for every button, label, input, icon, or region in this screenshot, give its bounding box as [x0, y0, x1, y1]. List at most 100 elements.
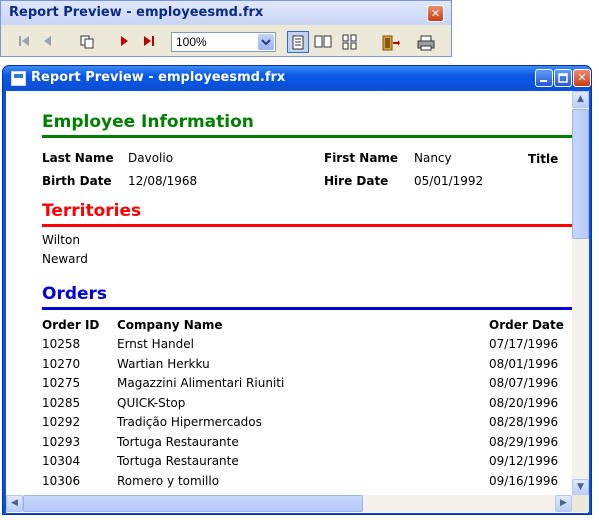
- multiple-pages-button[interactable]: [340, 31, 362, 53]
- order-date-cell: 09/12/1996: [489, 454, 559, 468]
- scroll-up-button[interactable]: ▲: [572, 91, 589, 108]
- order-company-cell: Tortuga Restaurante: [117, 454, 239, 468]
- zoom-select[interactable]: 100%: [171, 32, 276, 52]
- table-row: 10304 Tortuga Restaurante 09/12/1996: [42, 454, 572, 473]
- territories-heading: Territories: [42, 201, 142, 221]
- minimize-icon: [540, 80, 547, 82]
- next-page-button[interactable]: [117, 31, 133, 53]
- toolbar-close-button[interactable]: ✕: [427, 5, 444, 22]
- table-row: 10270 Wartian Herkku 08/01/1996: [42, 357, 572, 376]
- preview-toolbar-window: Report Preview - employeesmd.frx ✕ 100%: [0, 0, 452, 57]
- order-id-cell: 10292: [42, 415, 81, 429]
- one-page-button[interactable]: [287, 31, 309, 53]
- close-preview-button[interactable]: [380, 31, 402, 53]
- two-pages-icon: [314, 35, 332, 48]
- go-to-page-button[interactable]: [79, 31, 99, 53]
- order-id-cell: 10270: [42, 356, 81, 371]
- order-id-cell: 10275: [42, 376, 81, 390]
- territory-item: Neward: [42, 252, 88, 266]
- table-row: 10275 Magazzini Alimentari Riuniti 08/07/1…: [42, 376, 572, 395]
- first-name-label: First Name: [324, 151, 399, 165]
- hire-date-label: Hire Date: [324, 174, 389, 188]
- print-button[interactable]: [416, 31, 438, 53]
- chevron-down-icon: [261, 39, 271, 46]
- order-company-cell: Wartian Herkku: [117, 356, 210, 371]
- vertical-scroll-thumb[interactable]: [572, 109, 589, 239]
- hire-date-value: 05/01/1992: [414, 174, 484, 188]
- order-company-cell: QUICK-Stop: [117, 395, 186, 410]
- zoom-value: 100%: [176, 35, 207, 49]
- order-date-cell: 08/07/1996: [489, 376, 559, 390]
- printer-icon: [417, 35, 435, 51]
- title-label: Title: [528, 152, 559, 166]
- zoom-dropdown-button[interactable]: [258, 34, 274, 50]
- scroll-left-button[interactable]: ◀: [6, 495, 23, 512]
- maximize-button[interactable]: [554, 69, 572, 87]
- last-page-button[interactable]: [141, 31, 159, 53]
- order-id-cell: 10285: [42, 395, 81, 410]
- order-id-cell: 10304: [42, 454, 81, 468]
- order-date-cell: 08/20/1996: [489, 395, 559, 410]
- table-row: 10292 Tradição Hipermercados 08/28/1996: [42, 415, 572, 434]
- table-row: 10285 QUICK-Stop 08/20/1996: [42, 396, 572, 415]
- order-company-cell: Magazzini Alimentari Riuniti: [117, 376, 285, 390]
- minimize-button[interactable]: [535, 69, 553, 87]
- col-company-name: Company Name: [117, 318, 223, 332]
- preview-title-bar[interactable]: Report Preview - employeesmd.frx ✕: [3, 66, 591, 90]
- scroll-down-button[interactable]: ▼: [572, 479, 589, 496]
- order-id-cell: 10258: [42, 337, 81, 351]
- previous-page-icon: [44, 36, 51, 46]
- previous-page-button[interactable]: [41, 31, 57, 53]
- table-row: 10306 Romero y tomillo 09/16/1996: [42, 474, 572, 493]
- order-company-cell: Romero y tomillo: [117, 473, 220, 488]
- table-row: 10258 Ernst Handel 07/17/1996: [42, 337, 572, 356]
- order-date-cell: 09/16/1996: [489, 473, 559, 488]
- report-preview-window: Report Preview - employeesmd.frx ✕ Emplo…: [2, 65, 592, 515]
- col-order-id: Order ID: [42, 318, 100, 332]
- last-name-value: Davolio: [128, 151, 174, 165]
- order-date-cell: 08/01/1996: [489, 356, 559, 371]
- employee-heading: Employee Information: [42, 112, 254, 132]
- two-pages-button[interactable]: [313, 31, 335, 53]
- order-company-cell: Tradição Hipermercados: [117, 415, 262, 429]
- size-grip[interactable]: [572, 495, 589, 512]
- app-icon: [11, 71, 26, 86]
- employee-rule: [42, 135, 572, 138]
- first-page-icon: [19, 36, 29, 46]
- order-date-cell: 08/28/1996: [489, 415, 559, 429]
- copy-pages-icon: [80, 35, 94, 49]
- table-row: 10293 Tortuga Restaurante 08/29/1996: [42, 435, 572, 454]
- order-date-cell: 07/17/1996: [489, 337, 559, 351]
- maximize-icon: [558, 73, 568, 83]
- report-page-area: Employee Information Last Name Davolio F…: [6, 91, 589, 513]
- col-order-date: Order Date: [489, 318, 564, 332]
- last-name-label: Last Name: [42, 151, 114, 165]
- territory-item: Wilton: [42, 233, 80, 247]
- first-page-button[interactable]: [17, 31, 33, 53]
- multiple-pages-icon: [342, 34, 357, 50]
- birth-date-value: 12/08/1968: [128, 174, 198, 188]
- orders-table-body: 10258 Ernst Handel 07/17/1996 10270 Wartian …: [42, 337, 572, 495]
- next-page-icon: [121, 36, 128, 46]
- first-name-value: Nancy: [414, 151, 452, 165]
- order-company-cell: Ernst Handel: [117, 337, 194, 351]
- exit-door-icon: [382, 35, 400, 51]
- close-button[interactable]: ✕: [573, 69, 591, 87]
- scroll-right-button[interactable]: ▶: [555, 495, 572, 512]
- one-page-icon: [292, 35, 304, 50]
- toolbar-window-title: Report Preview - employeesmd.frx: [9, 5, 264, 20]
- order-company-cell: Tortuga Restaurante: [117, 434, 239, 449]
- preview-window-title: Report Preview - employeesmd.frx: [31, 70, 286, 85]
- last-page-icon: [144, 36, 154, 46]
- orders-rule: [42, 307, 572, 310]
- horizontal-scrollbar[interactable]: ◀ ▶: [6, 495, 572, 512]
- birth-date-label: Birth Date: [42, 174, 112, 188]
- horizontal-scroll-thumb[interactable]: [23, 495, 363, 512]
- order-id-cell: 10293: [42, 434, 81, 449]
- order-date-cell: 08/29/1996: [489, 434, 559, 449]
- order-id-cell: 10306: [42, 473, 81, 488]
- orders-heading: Orders: [42, 284, 108, 304]
- toolbar-title-bar[interactable]: Report Preview - employeesmd.frx ✕: [1, 1, 451, 25]
- territories-rule: [42, 224, 572, 227]
- vertical-scrollbar[interactable]: ▲ ▼: [572, 91, 589, 497]
